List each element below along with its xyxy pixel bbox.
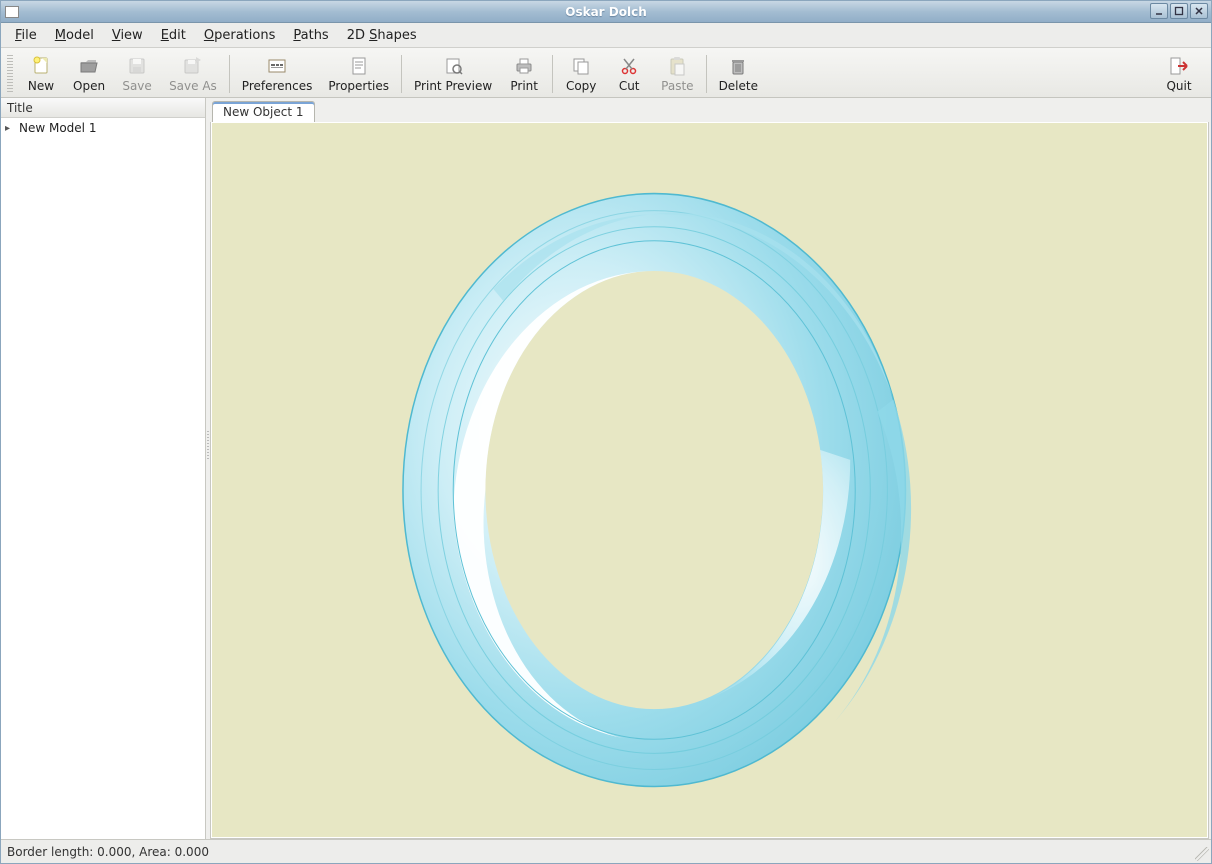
toolbar-separator-3 — [552, 55, 553, 93]
body: Title ▸ New Model 1 New Object 1 — [1, 98, 1211, 839]
delete-button[interactable]: Delete — [711, 53, 766, 95]
paste-icon — [666, 55, 688, 77]
save-icon — [126, 55, 148, 77]
open-folder-icon — [78, 55, 100, 77]
menu-model[interactable]: Model — [47, 25, 102, 46]
properties-button[interactable]: Properties — [320, 53, 397, 95]
tab-label: New Object 1 — [223, 105, 304, 119]
properties-label: Properties — [328, 79, 389, 93]
tab-object[interactable]: New Object 1 — [212, 101, 315, 122]
close-icon — [1194, 6, 1204, 16]
app-window: Oskar Dolch File Model View Edit Operati… — [0, 0, 1212, 864]
canvas-frame — [210, 122, 1209, 839]
toolbar-separator-2 — [401, 55, 402, 93]
app-icon — [5, 6, 19, 18]
menu-view[interactable]: View — [104, 25, 151, 46]
model-render — [212, 123, 1207, 837]
tree-item-label: New Model 1 — [19, 121, 96, 135]
menu-operations[interactable]: Operations — [196, 25, 283, 46]
statusbar: Border length: 0.000, Area: 0.000 — [1, 839, 1211, 863]
toolbar-separator — [229, 55, 230, 93]
preferences-icon — [266, 55, 288, 77]
menu-file[interactable]: File — [7, 25, 45, 46]
print-label: Print — [510, 79, 538, 93]
status-text: Border length: 0.000, Area: 0.000 — [7, 845, 209, 859]
preferences-button[interactable]: Preferences — [234, 53, 321, 95]
copy-label: Copy — [566, 79, 596, 93]
minimize-button[interactable] — [1150, 3, 1168, 19]
save-as-icon — [182, 55, 204, 77]
save-label: Save — [122, 79, 151, 93]
titlebar: Oskar Dolch — [1, 1, 1211, 23]
resize-grip[interactable] — [1195, 847, 1209, 861]
toolbar: New Open Save Save As Preferences — [1, 48, 1211, 98]
paste-label: Paste — [661, 79, 693, 93]
save-as-button: Save As — [161, 53, 225, 95]
print-preview-button[interactable]: Print Preview — [406, 53, 500, 95]
paste-button: Paste — [653, 53, 701, 95]
window-title: Oskar Dolch — [1, 5, 1211, 19]
cut-label: Cut — [619, 79, 640, 93]
cut-button[interactable]: Cut — [605, 53, 653, 95]
print-preview-icon — [442, 55, 464, 77]
splitter[interactable] — [206, 98, 210, 839]
menu-paths[interactable]: Paths — [285, 25, 336, 46]
exit-icon — [1168, 55, 1190, 77]
sidebar: Title ▸ New Model 1 — [1, 98, 206, 839]
copy-icon — [570, 55, 592, 77]
open-button[interactable]: Open — [65, 53, 113, 95]
new-button[interactable]: New — [17, 53, 65, 95]
scissors-icon — [618, 55, 640, 77]
quit-button[interactable]: Quit — [1155, 53, 1203, 95]
print-preview-label: Print Preview — [414, 79, 492, 93]
tab-strip: New Object 1 — [210, 98, 1211, 122]
viewport[interactable] — [212, 123, 1207, 837]
tree-expand-icon[interactable]: ▸ — [5, 123, 15, 134]
tree-item-model[interactable]: ▸ New Model 1 — [1, 120, 205, 136]
copy-button[interactable]: Copy — [557, 53, 605, 95]
delete-label: Delete — [719, 79, 758, 93]
toolbar-separator-4 — [706, 55, 707, 93]
menubar: File Model View Edit Operations Paths 2D… — [1, 23, 1211, 48]
preferences-label: Preferences — [242, 79, 313, 93]
properties-icon — [348, 55, 370, 77]
maximize-icon — [1174, 6, 1184, 16]
minimize-icon — [1154, 6, 1164, 16]
save-button: Save — [113, 53, 161, 95]
toolbar-grip[interactable] — [7, 55, 13, 93]
window-controls — [1150, 3, 1208, 19]
model-tree: ▸ New Model 1 — [1, 118, 205, 839]
quit-label: Quit — [1166, 79, 1191, 93]
menu-edit[interactable]: Edit — [153, 25, 194, 46]
open-label: Open — [73, 79, 105, 93]
new-file-icon — [30, 55, 52, 77]
new-label: New — [28, 79, 54, 93]
save-as-label: Save As — [169, 79, 217, 93]
maximize-button[interactable] — [1170, 3, 1188, 19]
sidebar-column-header[interactable]: Title — [1, 98, 205, 118]
main-area: New Object 1 — [210, 98, 1211, 839]
close-button[interactable] — [1190, 3, 1208, 19]
printer-icon — [513, 55, 535, 77]
menu-2d-shapes[interactable]: 2D Shapes — [339, 25, 425, 46]
print-button[interactable]: Print — [500, 53, 548, 95]
trash-icon — [727, 55, 749, 77]
